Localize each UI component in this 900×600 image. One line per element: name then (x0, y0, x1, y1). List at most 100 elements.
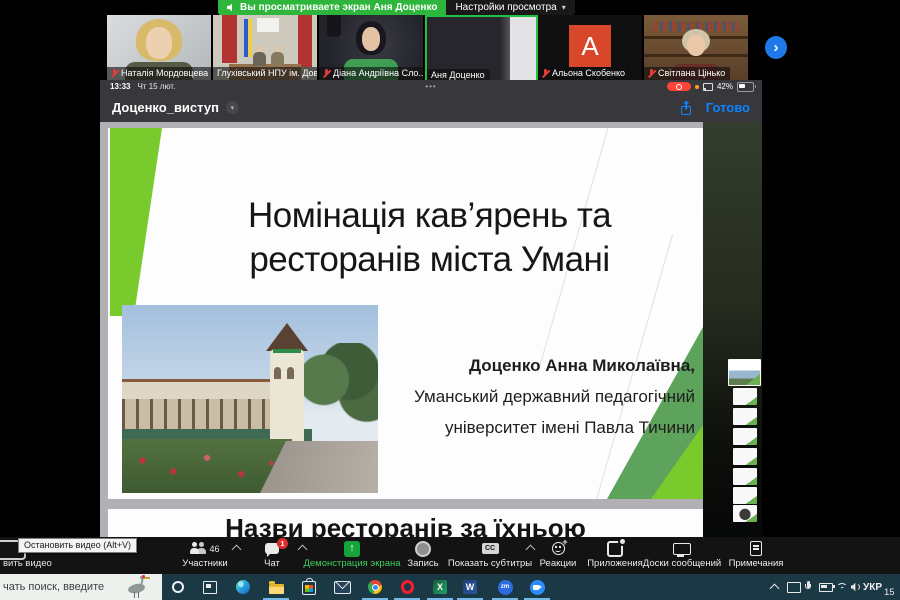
cc-icon: CC (482, 543, 499, 554)
cortana-icon (172, 581, 184, 593)
store-icon (302, 581, 316, 595)
store-button[interactable] (298, 578, 320, 596)
slide-thumbnail (733, 428, 757, 445)
document-header: Доценко_виступ ▾ Готово (100, 93, 762, 122)
slide-thumbnail (733, 388, 757, 405)
apps-icon (607, 541, 623, 557)
more-dots: ••• (100, 82, 762, 91)
tray-tablet-mode-icon[interactable] (787, 574, 801, 600)
chevron-up-icon (770, 584, 780, 594)
zoom-app-button[interactable] (526, 578, 548, 596)
zoom-app-icon (530, 580, 545, 595)
edge-button[interactable] (232, 578, 254, 596)
excel-icon: X (433, 580, 447, 594)
tray-microphone-icon[interactable] (804, 574, 812, 600)
speaker-icon (227, 4, 235, 12)
share-icon (681, 101, 692, 115)
taskbar-clock-partial[interactable]: 15 (884, 587, 895, 598)
slide-thumbnails-strip (703, 122, 762, 537)
edge-icon (236, 580, 250, 594)
participant-name-label: Альона Скобенко (538, 67, 630, 80)
notes-icon (750, 541, 762, 556)
tray-battery-icon[interactable] (819, 574, 833, 600)
battery-icon (737, 82, 754, 92)
recording-indicator-pill (667, 82, 691, 91)
participant-name-label: Діана Андріївна Сло... (319, 67, 423, 80)
mic-muted-icon (648, 69, 655, 78)
video-tile-hlukhiv[interactable]: Глухівський НПУ ім. Дов... (213, 15, 317, 80)
video-tile-svitlana[interactable]: Світлана Цінько (644, 15, 748, 80)
slide-thumbnail (733, 487, 757, 504)
share-screen-icon: ↑ (344, 541, 360, 557)
task-view-icon (203, 581, 217, 594)
shared-screen: 13:33 Чт 15 лют. ••• 42% Доценко_виступ … (100, 80, 762, 537)
viewing-indicator: Вы просматриваете экран Аня Доценко (218, 0, 446, 15)
cortana-button[interactable] (167, 578, 189, 596)
slide-title: Номінація кав’ярень та ресторанів міста … (160, 194, 699, 283)
slide-thumbnail-selected (728, 359, 761, 386)
opera-button[interactable] (396, 578, 418, 596)
battery-percent: 42% (717, 82, 733, 91)
mic-muted-icon (542, 69, 549, 78)
next-participants-button[interactable]: › (765, 36, 787, 59)
tray-volume-icon[interactable] (851, 574, 859, 600)
slide-thumbnail (733, 468, 757, 485)
chevron-down-icon: ▾ (226, 101, 239, 114)
word-icon: W (463, 580, 477, 594)
stop-video-tooltip: Остановить видео (Alt+V) (18, 538, 137, 553)
mail-button[interactable] (331, 578, 353, 596)
video-tile-natalia[interactable]: Наталія Мордовцева (107, 15, 211, 80)
search-box-bird-illustration (112, 576, 158, 598)
notes-button[interactable]: Примечания (711, 540, 801, 569)
record-icon (415, 541, 431, 557)
current-slide: Номінація кав’ярень та ресторанів міста … (108, 128, 703, 499)
chrome-icon (368, 580, 382, 594)
slide-thumbnail (733, 448, 757, 465)
stop-video-label-partial[interactable]: вить видео (3, 558, 52, 569)
restaurant-photo (122, 305, 378, 493)
presentation-area: Номінація кав’ярень та ресторанів міста … (100, 122, 762, 537)
zoom-meeting-button[interactable]: zm (494, 578, 516, 596)
excel-button[interactable]: X (429, 578, 451, 596)
zoom-meeting-icon: zm (498, 580, 513, 595)
windows-taskbar: чать поиск, введите X W zm УКР 15 (0, 574, 900, 600)
video-tile-anya-active-speaker[interactable]: Аня Доценко (425, 15, 538, 84)
folder-icon (269, 584, 284, 594)
viewing-text: Вы просматриваете экран Аня Доценко (240, 2, 437, 13)
chevron-down-icon: ▾ (562, 3, 566, 12)
screen-share-banner: Вы просматриваете экран Аня Доценко Наст… (218, 0, 575, 15)
zoom-meeting-window: Вы просматриваете экран Аня Доценко Наст… (0, 0, 900, 600)
tray-network-icon[interactable] (836, 574, 848, 600)
mic-muted-icon (323, 69, 330, 78)
opera-icon (401, 580, 414, 594)
mail-icon (334, 581, 351, 594)
avatar: А (569, 25, 611, 67)
zoom-toolbar: вить видео Остановить видео (Alt+V) 46 У… (0, 537, 900, 574)
tray-language-indicator[interactable]: УКР (863, 574, 882, 600)
participant-name-label: Наталія Мордовцева (107, 67, 211, 80)
video-tile-diana[interactable]: Діана Андріївна Сло... (319, 15, 423, 80)
mic-muted-icon (111, 69, 118, 78)
participants-count: 46 (209, 544, 219, 554)
word-button[interactable]: W (459, 578, 481, 596)
chrome-button[interactable] (364, 578, 386, 596)
chat-unread-badge: 1 (277, 538, 288, 549)
next-slide-preview: Назви ресторанів за їхньою (108, 509, 703, 537)
phone-status-bar: 13:33 Чт 15 лют. ••• 42% (100, 80, 762, 93)
slide-thumbnail (733, 408, 757, 425)
slide-author-block: Доценко Анна Миколаївна, Уманський держа… (414, 350, 695, 443)
done-button: Готово (706, 100, 750, 115)
slide-green-wedge (110, 128, 162, 316)
view-options-button[interactable]: Настройки просмотра ▾ (446, 0, 574, 15)
file-explorer-button[interactable] (265, 578, 287, 596)
screen-mirroring-icon (703, 83, 713, 91)
ukraine-flag (244, 19, 252, 57)
whiteboard-icon (673, 543, 691, 555)
video-tile-alona[interactable]: А Альона Скобенко (538, 15, 642, 80)
document-title: Доценко_виступ (112, 100, 219, 115)
participant-name-label: Світлана Цінько (644, 67, 730, 80)
task-view-button[interactable] (199, 578, 221, 596)
tray-show-hidden-icons[interactable] (771, 574, 778, 600)
orange-dot-indicator (695, 85, 699, 89)
participant-name-label: Глухівський НПУ ім. Дов... (213, 67, 317, 80)
